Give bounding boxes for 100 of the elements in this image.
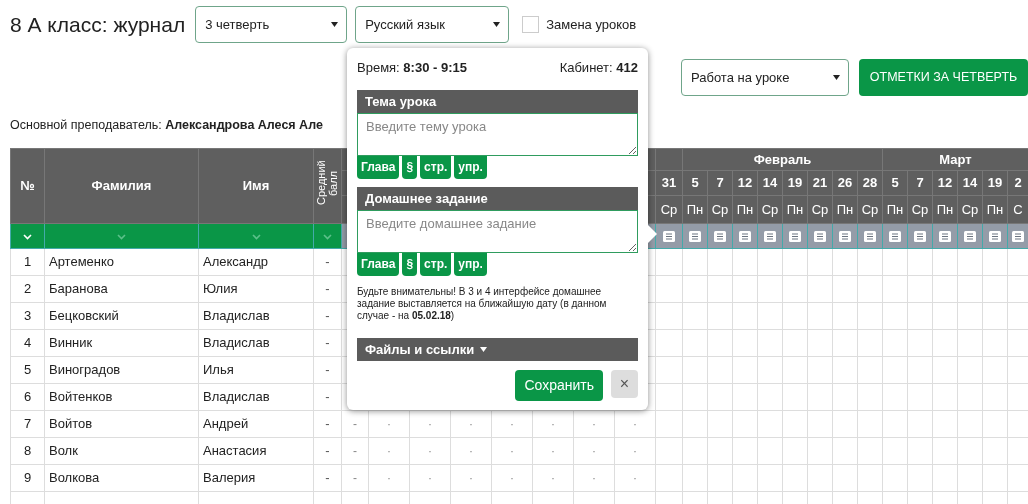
name-cell: Валерия (198, 464, 314, 492)
quarter-marks-button[interactable]: ОТМЕТКИ ЗА ЧЕТВЕРТЬ (859, 59, 1028, 96)
surname-cell: Бецковский (44, 302, 199, 330)
average-cell: - (313, 329, 342, 357)
insert-button[interactable]: упр. (454, 155, 487, 179)
mark-cell[interactable]: · (368, 437, 410, 465)
comment-icon[interactable] (989, 231, 1001, 243)
row-number: 8 (10, 437, 45, 465)
mark-cell[interactable]: · (532, 464, 574, 492)
mark-cell[interactable]: · (614, 464, 656, 492)
comment-icon[interactable] (889, 231, 901, 243)
month-header: Март (882, 148, 1028, 171)
text-field[interactable]: Введите тему урока (357, 112, 638, 156)
files-section-header[interactable]: Файлы и ссылки (357, 337, 638, 361)
average-cell: - (313, 302, 342, 330)
checkbox[interactable] (522, 16, 540, 33)
comment-icon[interactable] (689, 231, 701, 243)
comment-icon[interactable] (1012, 231, 1025, 243)
mark-cell[interactable]: · (368, 464, 410, 492)
comment-icon[interactable] (764, 231, 776, 243)
average-cell: - (313, 410, 342, 438)
average-cell: - (313, 356, 342, 384)
close-button[interactable]: × (611, 369, 638, 398)
insert-button[interactable]: § (402, 252, 418, 276)
warning-note: Будьте внимательны! В 3 и 4 интерфейсе домашнее задание выставляется на ближайшую дату (в данном случае - на 05.02.18) (357, 285, 608, 322)
insert-button[interactable]: упр. (454, 252, 487, 276)
name-cell: Владислав (198, 329, 314, 357)
comment-icon[interactable] (939, 231, 951, 243)
row-number: 1 (10, 248, 45, 276)
insert-button[interactable]: Глава (357, 155, 400, 179)
row-number: 2 (10, 275, 45, 303)
comment-icon[interactable] (663, 231, 675, 243)
surname-cell: Войтов (44, 410, 199, 438)
insert-button[interactable]: стр. (420, 252, 452, 276)
mark-cell[interactable]: · (573, 437, 615, 465)
mark-cell[interactable]: · (491, 437, 533, 465)
name-cell: Юлия (198, 275, 314, 303)
row-number: 9 (10, 464, 45, 492)
text-field[interactable]: Введите домашнее задание (357, 209, 638, 253)
comment-icon[interactable] (864, 231, 876, 243)
comment-icon[interactable] (714, 231, 726, 243)
caret-icon (493, 22, 501, 27)
row-number: 6 (10, 383, 45, 411)
month-header: Февраль (682, 148, 883, 171)
surname-cell: Виноградов (44, 356, 199, 384)
comment-icon[interactable] (814, 231, 826, 243)
name-cell: Александр (198, 248, 314, 276)
column-header: Фамилия (44, 148, 199, 224)
mark-cell[interactable]: · (450, 464, 492, 492)
name-cell: Анастасия (198, 437, 314, 465)
teacher-text: Основной преподаватель: Александрова Алеся Але (10, 117, 323, 134)
row-number: 7 (10, 410, 45, 438)
subject-select[interactable]: Русский язык (355, 6, 510, 43)
room-number: Кабинет: 412 (559, 59, 638, 77)
mark-cell[interactable]: - (341, 437, 369, 465)
mark-cell[interactable]: · (573, 464, 615, 492)
name-cell: Владислав (198, 302, 314, 330)
comment-icon[interactable] (964, 231, 976, 243)
mark-cell[interactable]: · (450, 437, 492, 465)
average-cell: - (313, 383, 342, 411)
comment-icon[interactable] (739, 231, 751, 243)
name-cell: Илья (198, 356, 314, 384)
mode-select[interactable]: Работа на уроке (681, 59, 849, 96)
section-header: Домашнее задание (357, 186, 638, 210)
save-button[interactable]: Сохранить (515, 369, 603, 401)
checkbox-label: Замена уроков (546, 15, 637, 34)
name-cell: Андрей (198, 410, 314, 438)
surname-cell: Волк (44, 437, 199, 465)
average-cell: - (313, 464, 342, 492)
caret-icon (331, 22, 339, 27)
section-header: Тема урока (357, 89, 638, 113)
caret-icon (480, 346, 488, 352)
mark-cell[interactable]: · (409, 464, 451, 492)
lesson-time: Время: 8:30 - 9:15 (357, 59, 467, 77)
comment-icon[interactable] (789, 231, 801, 243)
column-header: Имя (198, 148, 314, 224)
mark-cell[interactable]: · (614, 437, 656, 465)
average-cell: - (313, 275, 342, 303)
mark-cell[interactable]: - (341, 464, 369, 492)
row-number: 5 (10, 356, 45, 384)
name-cell: Владислав (198, 383, 314, 411)
surname-cell: Баранова (44, 275, 199, 303)
comment-icon[interactable] (839, 231, 851, 243)
insert-button[interactable]: § (402, 155, 418, 179)
column-header: Средний балл (315, 159, 340, 208)
mark-cell[interactable]: · (491, 464, 533, 492)
average-cell: - (313, 437, 342, 465)
mark-cell[interactable]: · (532, 437, 574, 465)
insert-button[interactable]: стр. (420, 155, 452, 179)
column-header: № (10, 148, 45, 224)
mark-cell[interactable]: · (409, 437, 451, 465)
page-title: 8 А класс: журнал (10, 11, 186, 38)
insert-button[interactable]: Глава (357, 252, 400, 276)
caret-icon (833, 75, 840, 80)
row-number: 4 (10, 329, 45, 357)
surname-cell: Войтенков (44, 383, 199, 411)
surname-cell: Волкова (44, 464, 199, 492)
quarter-select[interactable]: 3 четверть (195, 6, 348, 43)
comment-icon[interactable] (914, 231, 926, 243)
average-cell: - (313, 248, 342, 276)
